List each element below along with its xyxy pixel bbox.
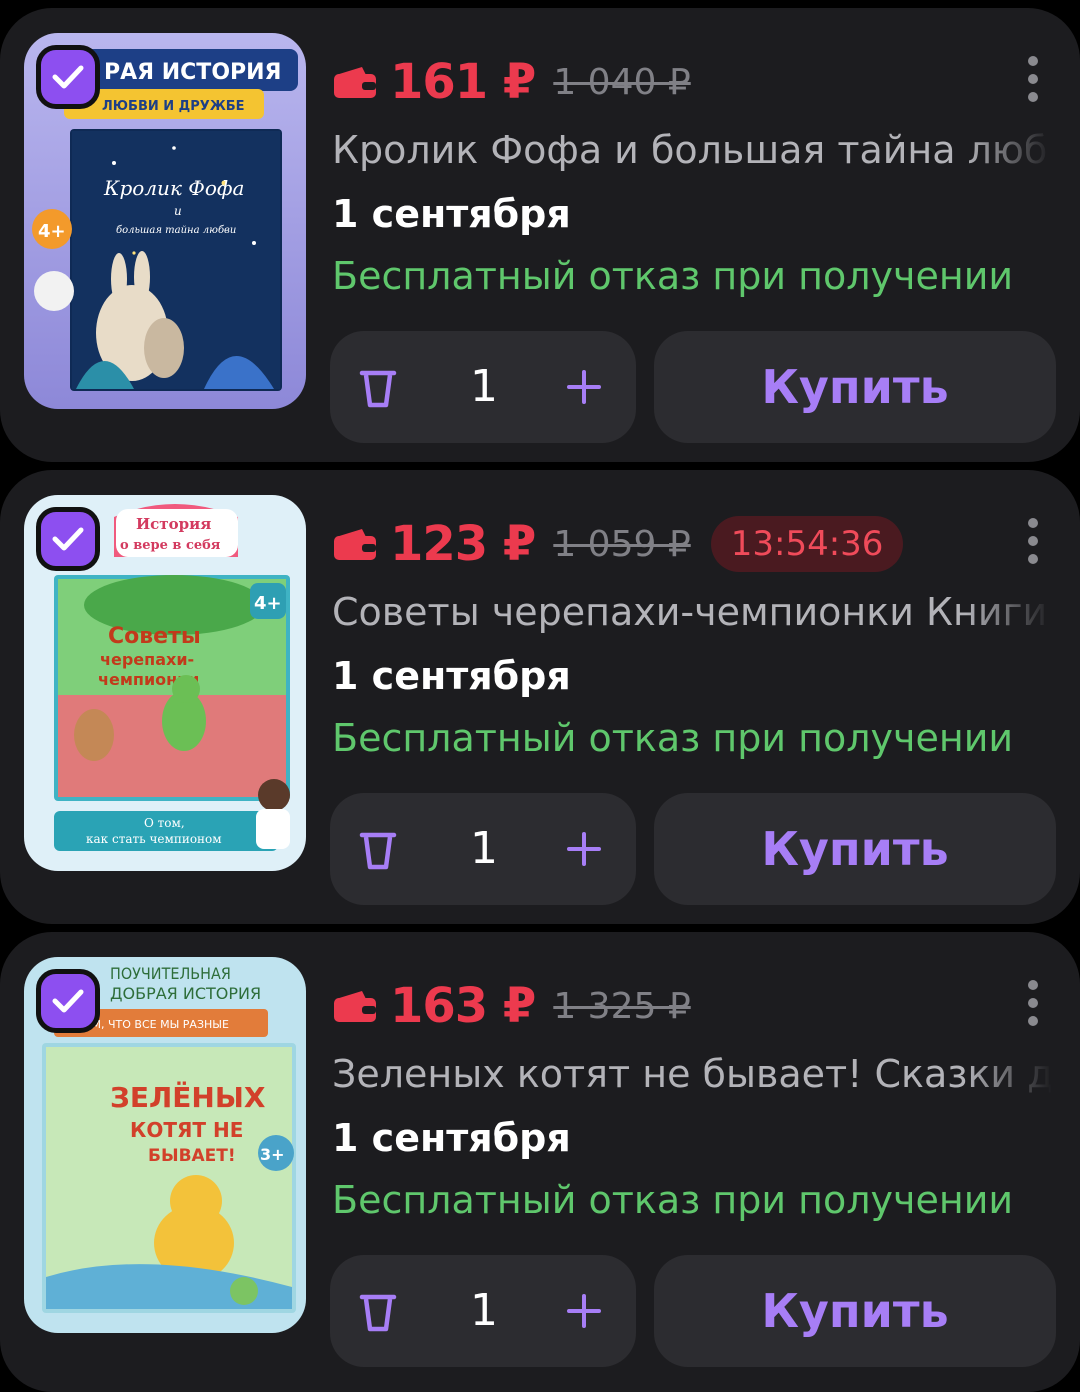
check-icon [52, 989, 84, 1013]
svg-text:как стать чемпионом: как стать чемпионом [86, 832, 222, 846]
select-checkbox[interactable] [36, 45, 100, 109]
svg-text:БЫВАЕТ!: БЫВАЕТ! [148, 1146, 236, 1166]
more-vertical-icon[interactable] [1028, 56, 1038, 102]
price-row: 163 ₽ 1 325 ₽ [332, 974, 691, 1038]
buy-button[interactable]: Купить [654, 1255, 1056, 1367]
svg-text:4+: 4+ [254, 593, 282, 614]
check-icon [52, 527, 84, 551]
quantity-stepper: 1 [330, 1255, 636, 1367]
free-refund-note: Бесплатный отказ при получении [332, 254, 1014, 298]
product-title[interactable]: Зеленых котят не бывает! Сказки для [332, 1052, 1052, 1096]
current-price: 163 ₽ [390, 978, 536, 1034]
svg-text:и: и [174, 204, 182, 218]
quantity-value: 1 [470, 361, 498, 412]
delivery-date: 1 сентября [332, 654, 571, 698]
sale-countdown-timer: 13:54:36 [710, 516, 904, 572]
svg-text:ЛЮБВИ И ДРУЖБЕ: ЛЮБВИ И ДРУЖБЕ [102, 99, 245, 114]
product-cover[interactable]: ПОУЧИТЕЛЬНАЯ ДОБРАЯ ИСТОРИЯ О ТОМ, ЧТО В… [24, 957, 306, 1333]
svg-text:РАЯ ИСТОРИЯ: РАЯ ИСТОРИЯ [104, 60, 282, 85]
product-title[interactable]: Кролик Фофа и большая тайна любви [332, 128, 1052, 172]
delivery-date: 1 сентября [332, 1116, 571, 1160]
more-vertical-icon[interactable] [1028, 980, 1038, 1026]
select-checkbox[interactable] [36, 507, 100, 571]
trash-icon[interactable] [358, 1291, 398, 1333]
buy-button[interactable]: Купить [654, 793, 1056, 905]
cart-item-card: История о вере в себя Советы черепахи- ч… [0, 470, 1080, 924]
svg-text:Кролик Фофа: Кролик Фофа [103, 176, 244, 200]
delivery-date: 1 сентября [332, 192, 571, 236]
quantity-value: 1 [470, 823, 498, 874]
svg-text:большая тайна любви: большая тайна любви [116, 225, 236, 236]
more-vertical-icon[interactable] [1028, 518, 1038, 564]
svg-text:О том,: О том, [144, 816, 185, 830]
plus-icon[interactable] [566, 369, 602, 405]
svg-text:ПОУЧИТЕЛЬНАЯ: ПОУЧИТЕЛЬНАЯ [110, 964, 231, 983]
select-checkbox[interactable] [36, 969, 100, 1033]
wallet-icon [334, 991, 376, 1022]
svg-text:о вере в себя: о вере в себя [120, 538, 221, 553]
old-price: 1 059 ₽ [553, 523, 691, 565]
plus-icon[interactable] [566, 831, 602, 867]
svg-text:История: История [136, 515, 211, 533]
price-row: 123 ₽ 1 059 ₽ 13:54:36 [332, 512, 904, 576]
current-price: 161 ₽ [390, 54, 536, 110]
cart-item-card: ПОУЧИТЕЛЬНАЯ ДОБРАЯ ИСТОРИЯ О ТОМ, ЧТО В… [0, 932, 1080, 1392]
trash-icon[interactable] [358, 367, 398, 409]
product-title[interactable]: Советы черепахи-чемпионки Книги [332, 590, 1052, 634]
svg-text:Советы: Советы [108, 624, 201, 649]
free-refund-note: Бесплатный отказ при получении [332, 1178, 1014, 1222]
check-icon [52, 65, 84, 89]
old-price: 1 325 ₽ [553, 985, 691, 1027]
old-price: 1 040 ₽ [553, 61, 691, 103]
product-cover[interactable]: РАЯ ИСТОРИЯ ЛЮБВИ И ДРУЖБЕ Кролик Фофа и… [24, 33, 306, 409]
svg-text:черепахи-: черепахи- [100, 650, 194, 669]
trash-icon[interactable] [358, 829, 398, 871]
current-price: 123 ₽ [390, 516, 536, 572]
wallet-icon [334, 529, 376, 560]
wallet-icon [334, 67, 376, 98]
svg-text:ДОБРАЯ ИСТОРИЯ: ДОБРАЯ ИСТОРИЯ [110, 984, 261, 1003]
plus-icon[interactable] [566, 1293, 602, 1329]
product-cover[interactable]: История о вере в себя Советы черепахи- ч… [24, 495, 306, 871]
free-refund-note: Бесплатный отказ при получении [332, 716, 1014, 760]
svg-text:КОТЯТ НЕ: КОТЯТ НЕ [130, 1118, 243, 1142]
svg-text:3+: 3+ [260, 1145, 285, 1164]
quantity-stepper: 1 [330, 331, 636, 443]
cart-item-card: РАЯ ИСТОРИЯ ЛЮБВИ И ДРУЖБЕ Кролик Фофа и… [0, 8, 1080, 462]
svg-text:4+: 4+ [38, 221, 66, 242]
svg-text:ЗЕЛЁНЫХ: ЗЕЛЁНЫХ [110, 1080, 266, 1114]
quantity-stepper: 1 [330, 793, 636, 905]
quantity-value: 1 [470, 1285, 498, 1336]
price-row: 161 ₽ 1 040 ₽ [332, 50, 691, 114]
buy-button[interactable]: Купить [654, 331, 1056, 443]
